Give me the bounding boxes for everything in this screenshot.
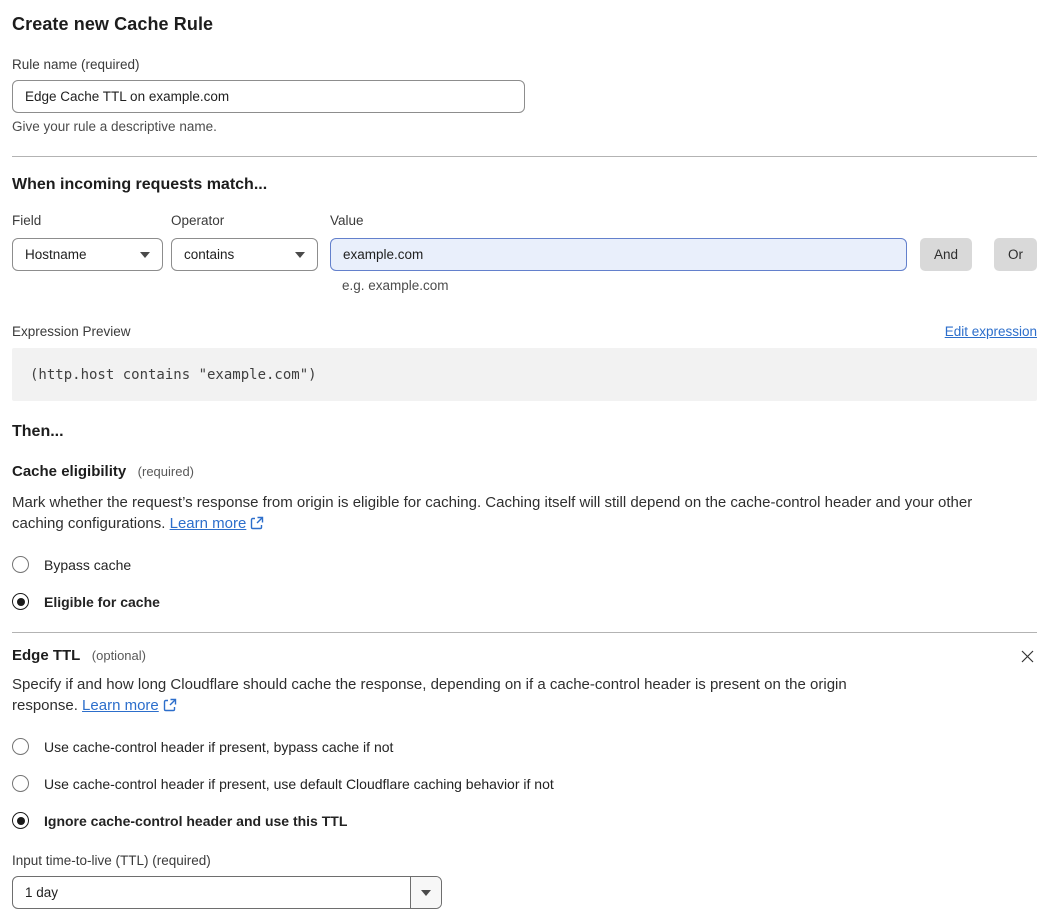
field-select[interactable]: Hostname [12,238,163,271]
field-label: Field [12,213,42,228]
value-label: Value [330,213,364,228]
and-button[interactable]: And [919,238,972,271]
create-cache-rule-form: Create new Cache Rule Rule name (require… [0,0,1058,909]
learn-more-link[interactable]: Learn more [170,515,247,532]
edge-ttl-description: Specify if and how long Cloudflare shoul… [12,674,852,718]
close-edge-ttl-button[interactable] [1018,647,1037,666]
match-labels-row: Field Operator Value [12,213,1037,228]
radio-label: Use cache-control header if present, byp… [44,738,394,755]
operator-label: Operator [171,213,225,228]
radio-label: Ignore cache-control header and use this… [44,812,348,829]
radio-icon [12,775,29,792]
chevron-down-icon [295,251,305,258]
expression-code: (http.host contains "example.com") [30,366,317,383]
then-heading: Then... [12,423,64,440]
page-title: Create new Cache Rule [12,14,214,34]
ttl-select-value: 1 day [25,885,59,900]
radio-icon [12,738,29,755]
radio-label: Bypass cache [44,556,132,573]
ttl-select-arrow-button[interactable] [410,877,441,908]
external-link-icon [163,697,177,718]
divider [12,632,1037,633]
cache-eligibility-description: Mark whether the request’s response from… [12,492,1024,536]
operator-select[interactable]: contains [171,238,318,271]
external-link-icon [250,515,264,536]
radio-use-header-bypass[interactable]: Use cache-control header if present, byp… [12,738,1037,755]
cache-eligibility-head: Cache eligibility (required) [12,463,1037,481]
learn-more-link[interactable]: Learn more [82,697,159,714]
edge-ttl-optional-badge: (optional) [91,648,146,663]
rule-name-label: Rule name (required) [12,57,140,72]
value-input[interactable] [330,238,907,271]
edge-ttl-head: Edge TTL (optional) [12,647,1037,666]
radio-icon [12,593,29,610]
rule-name-input[interactable] [12,80,525,113]
value-input-wrap [330,238,907,271]
radio-icon [12,812,29,829]
radio-label: Use cache-control header if present, use… [44,775,554,792]
divider [12,156,1037,157]
radio-use-header-default[interactable]: Use cache-control header if present, use… [12,775,1037,792]
match-section-heading: When incoming requests match... [12,176,268,193]
radio-icon [12,556,29,573]
edge-ttl-title: Edge TTL [12,647,81,664]
radio-bypass-cache[interactable]: Bypass cache [12,556,1037,573]
ttl-select[interactable]: 1 day [12,876,442,909]
value-helper: e.g. example.com [342,278,449,293]
or-button[interactable]: Or [994,238,1037,271]
ttl-input-label: Input time-to-live (TTL) (required) [12,853,211,868]
field-select-value: Hostname [25,247,87,262]
chevron-down-icon [421,889,431,896]
expression-code-block: (http.host contains "example.com") [12,348,1037,401]
cache-eligibility-required-badge: (required) [137,464,195,479]
chevron-down-icon [140,251,150,258]
cache-eligibility-description-text: Mark whether the request’s response from… [12,494,973,532]
radio-label: Eligible for cache [44,593,160,610]
match-controls-row: Hostname contains And Or [12,238,1037,271]
expression-preview-label: Expression Preview [12,324,131,339]
edit-expression-link[interactable]: Edit expression [945,324,1037,339]
radio-ignore-header-use-ttl[interactable]: Ignore cache-control header and use this… [12,812,1037,829]
rule-name-helper: Give your rule a descriptive name. [12,119,217,134]
operator-select-value: contains [184,247,235,262]
cache-eligibility-title: Cache eligibility [12,463,127,480]
radio-eligible-for-cache[interactable]: Eligible for cache [12,593,1037,610]
expression-preview-row: Expression Preview Edit expression [12,324,1037,339]
